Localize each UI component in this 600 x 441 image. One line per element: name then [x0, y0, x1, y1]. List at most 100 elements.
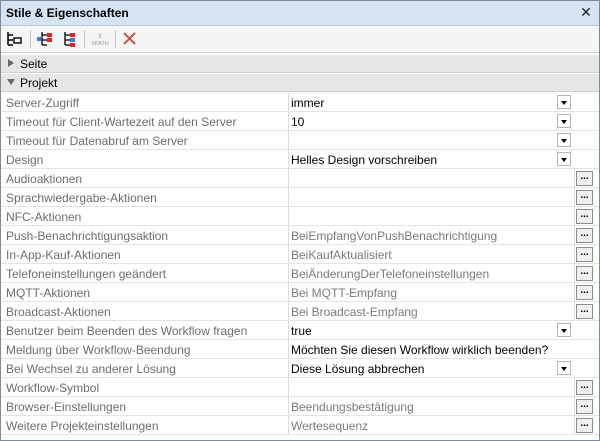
property-label: Sprachwiedergabe-Aktionen: [6, 191, 157, 205]
dropdown-arrow-icon[interactable]: [557, 323, 571, 337]
dropdown-arrow-icon[interactable]: [557, 361, 571, 375]
add-property-icon[interactable]: [35, 29, 55, 49]
property-label: Workflow-Symbol: [6, 381, 100, 395]
property-row[interactable]: Meldung über Workflow-Beendung Möchten Si…: [1, 340, 599, 359]
toolbar-separator: [115, 30, 116, 48]
panel-titlebar: Stile & Eigenschaften ✕: [1, 1, 599, 26]
xpath-icon[interactable]: X XPATH: [89, 29, 109, 49]
property-label: NFC-Aktionen: [6, 210, 82, 224]
column-divider: [574, 207, 575, 225]
property-label: Bei Wechsel zu anderer Lösung: [6, 362, 176, 376]
property-label: Timeout für Client-Wartezeit auf den Ser…: [6, 115, 237, 129]
property-value[interactable]: Bei MQTT-Empfang: [291, 286, 553, 300]
property-row[interactable]: Sprachwiedergabe-Aktionen...: [1, 188, 599, 207]
expand-arrow-icon: [8, 59, 14, 67]
edit-dialog-button[interactable]: ...: [576, 418, 593, 433]
edit-dialog-button[interactable]: ...: [576, 228, 593, 243]
column-divider: [574, 226, 575, 244]
column-divider: [574, 416, 575, 434]
property-row[interactable]: Bei Wechsel zu anderer Lösung Diese Lösun…: [1, 359, 599, 378]
column-divider: [574, 264, 575, 282]
property-label: In-App-Kauf-Aktionen: [6, 248, 121, 262]
property-label: Audioaktionen: [6, 172, 83, 186]
column-divider: [288, 378, 289, 396]
svg-text:X: X: [98, 34, 102, 40]
property-value[interactable]: true: [291, 324, 553, 338]
column-divider: [288, 188, 289, 206]
property-value[interactable]: Diese Lösung abbrechen: [291, 362, 553, 376]
property-row[interactable]: Workflow-Symbol...: [1, 378, 599, 397]
property-value[interactable]: Helles Design vorschreiben: [291, 153, 553, 167]
styles-properties-panel: Stile & Eigenschaften ✕ X XPATH Seite Pr…: [0, 0, 600, 441]
column-divider: [288, 207, 289, 225]
dropdown-arrow-icon[interactable]: [557, 114, 571, 128]
section-seite[interactable]: Seite: [1, 55, 599, 73]
section-projekt[interactable]: Projekt: [1, 74, 599, 92]
property-row[interactable]: Timeout für Datenabruf am Server: [1, 131, 599, 150]
property-row[interactable]: Design Helles Design vorschreiben: [1, 150, 599, 169]
property-value[interactable]: immer: [291, 96, 553, 110]
column-divider: [288, 283, 289, 301]
property-value[interactable]: BeiKaufAktualisiert: [291, 248, 553, 262]
property-row[interactable]: NFC-Aktionen...: [1, 207, 599, 226]
property-value[interactable]: Bei Broadcast-Empfang: [291, 305, 553, 319]
column-divider: [288, 112, 289, 130]
edit-dialog-button[interactable]: ...: [576, 190, 593, 205]
remove-property-icon[interactable]: [58, 29, 78, 49]
column-divider: [288, 340, 289, 358]
property-label: MQTT-Aktionen: [6, 286, 91, 300]
property-value[interactable]: Möchten Sie diesen Workflow wirklich bee…: [291, 343, 553, 357]
property-row[interactable]: Push-Benachrichtigungsaktion BeiEmpfangVo…: [1, 226, 599, 245]
column-divider: [574, 245, 575, 263]
edit-dialog-button[interactable]: ...: [576, 380, 593, 395]
property-value[interactable]: 10: [291, 115, 553, 129]
property-label: Server-Zugriff: [6, 96, 80, 110]
property-label: Broadcast-Aktionen: [6, 305, 111, 319]
column-divider: [288, 302, 289, 320]
property-value[interactable]: BeiÄnderungDerTelefoneinstellungen: [291, 267, 553, 281]
property-row[interactable]: Weitere Projekteinstellungen Wertesequenz…: [1, 416, 599, 435]
edit-dialog-button[interactable]: ...: [576, 247, 593, 262]
edit-dialog-button[interactable]: ...: [576, 399, 593, 414]
property-row[interactable]: Server-Zugriff immer: [1, 93, 599, 112]
column-divider: [288, 321, 289, 339]
property-value[interactable]: BeiEmpfangVonPushBenachrichtigung: [291, 229, 553, 243]
close-icon[interactable]: ✕: [579, 5, 593, 19]
edit-dialog-button[interactable]: ...: [576, 209, 593, 224]
property-row[interactable]: MQTT-Aktionen Bei MQTT-Empfang...: [1, 283, 599, 302]
dropdown-arrow-icon[interactable]: [557, 152, 571, 166]
column-divider: [574, 188, 575, 206]
column-divider: [574, 397, 575, 415]
panel-title: Stile & Eigenschaften: [6, 6, 129, 20]
property-label: Design: [6, 153, 44, 167]
property-label: Benutzer beim Beenden des Workflow frage…: [6, 324, 248, 338]
property-value[interactable]: Beendungsbestätigung: [291, 400, 553, 414]
column-divider: [288, 359, 289, 377]
svg-text:XPATH: XPATH: [91, 41, 109, 47]
list-view-icon[interactable]: [5, 29, 25, 49]
column-divider: [574, 169, 575, 187]
column-divider: [574, 378, 575, 396]
property-value[interactable]: Wertesequenz: [291, 419, 553, 433]
property-row[interactable]: Telefoneinstellungen geändert BeiÄnderung…: [1, 264, 599, 283]
property-label: Timeout für Datenabruf am Server: [6, 134, 188, 148]
property-row[interactable]: Benutzer beim Beenden des Workflow frage…: [1, 321, 599, 340]
property-row[interactable]: In-App-Kauf-Aktionen BeiKaufAktualisiert.…: [1, 245, 599, 264]
property-row[interactable]: Browser-Einstellungen Beendungsbestätigun…: [1, 397, 599, 416]
edit-dialog-button[interactable]: ...: [576, 171, 593, 186]
toolbar: X XPATH: [1, 26, 599, 53]
edit-dialog-button[interactable]: ...: [576, 266, 593, 281]
column-divider: [288, 397, 289, 415]
property-row[interactable]: Timeout für Client-Wartezeit auf den Ser…: [1, 112, 599, 131]
property-row[interactable]: Audioaktionen...: [1, 169, 599, 188]
property-label: Meldung über Workflow-Beendung: [6, 343, 191, 357]
delete-icon[interactable]: [120, 29, 140, 49]
property-row[interactable]: Broadcast-Aktionen Bei Broadcast-Empfang.…: [1, 302, 599, 321]
toolbar-separator: [84, 30, 85, 48]
edit-dialog-button[interactable]: ...: [576, 304, 593, 319]
column-divider: [574, 283, 575, 301]
dropdown-arrow-icon[interactable]: [557, 133, 571, 147]
edit-dialog-button[interactable]: ...: [576, 285, 593, 300]
dropdown-arrow-icon[interactable]: [557, 95, 571, 109]
collapse-arrow-icon: [7, 79, 15, 85]
